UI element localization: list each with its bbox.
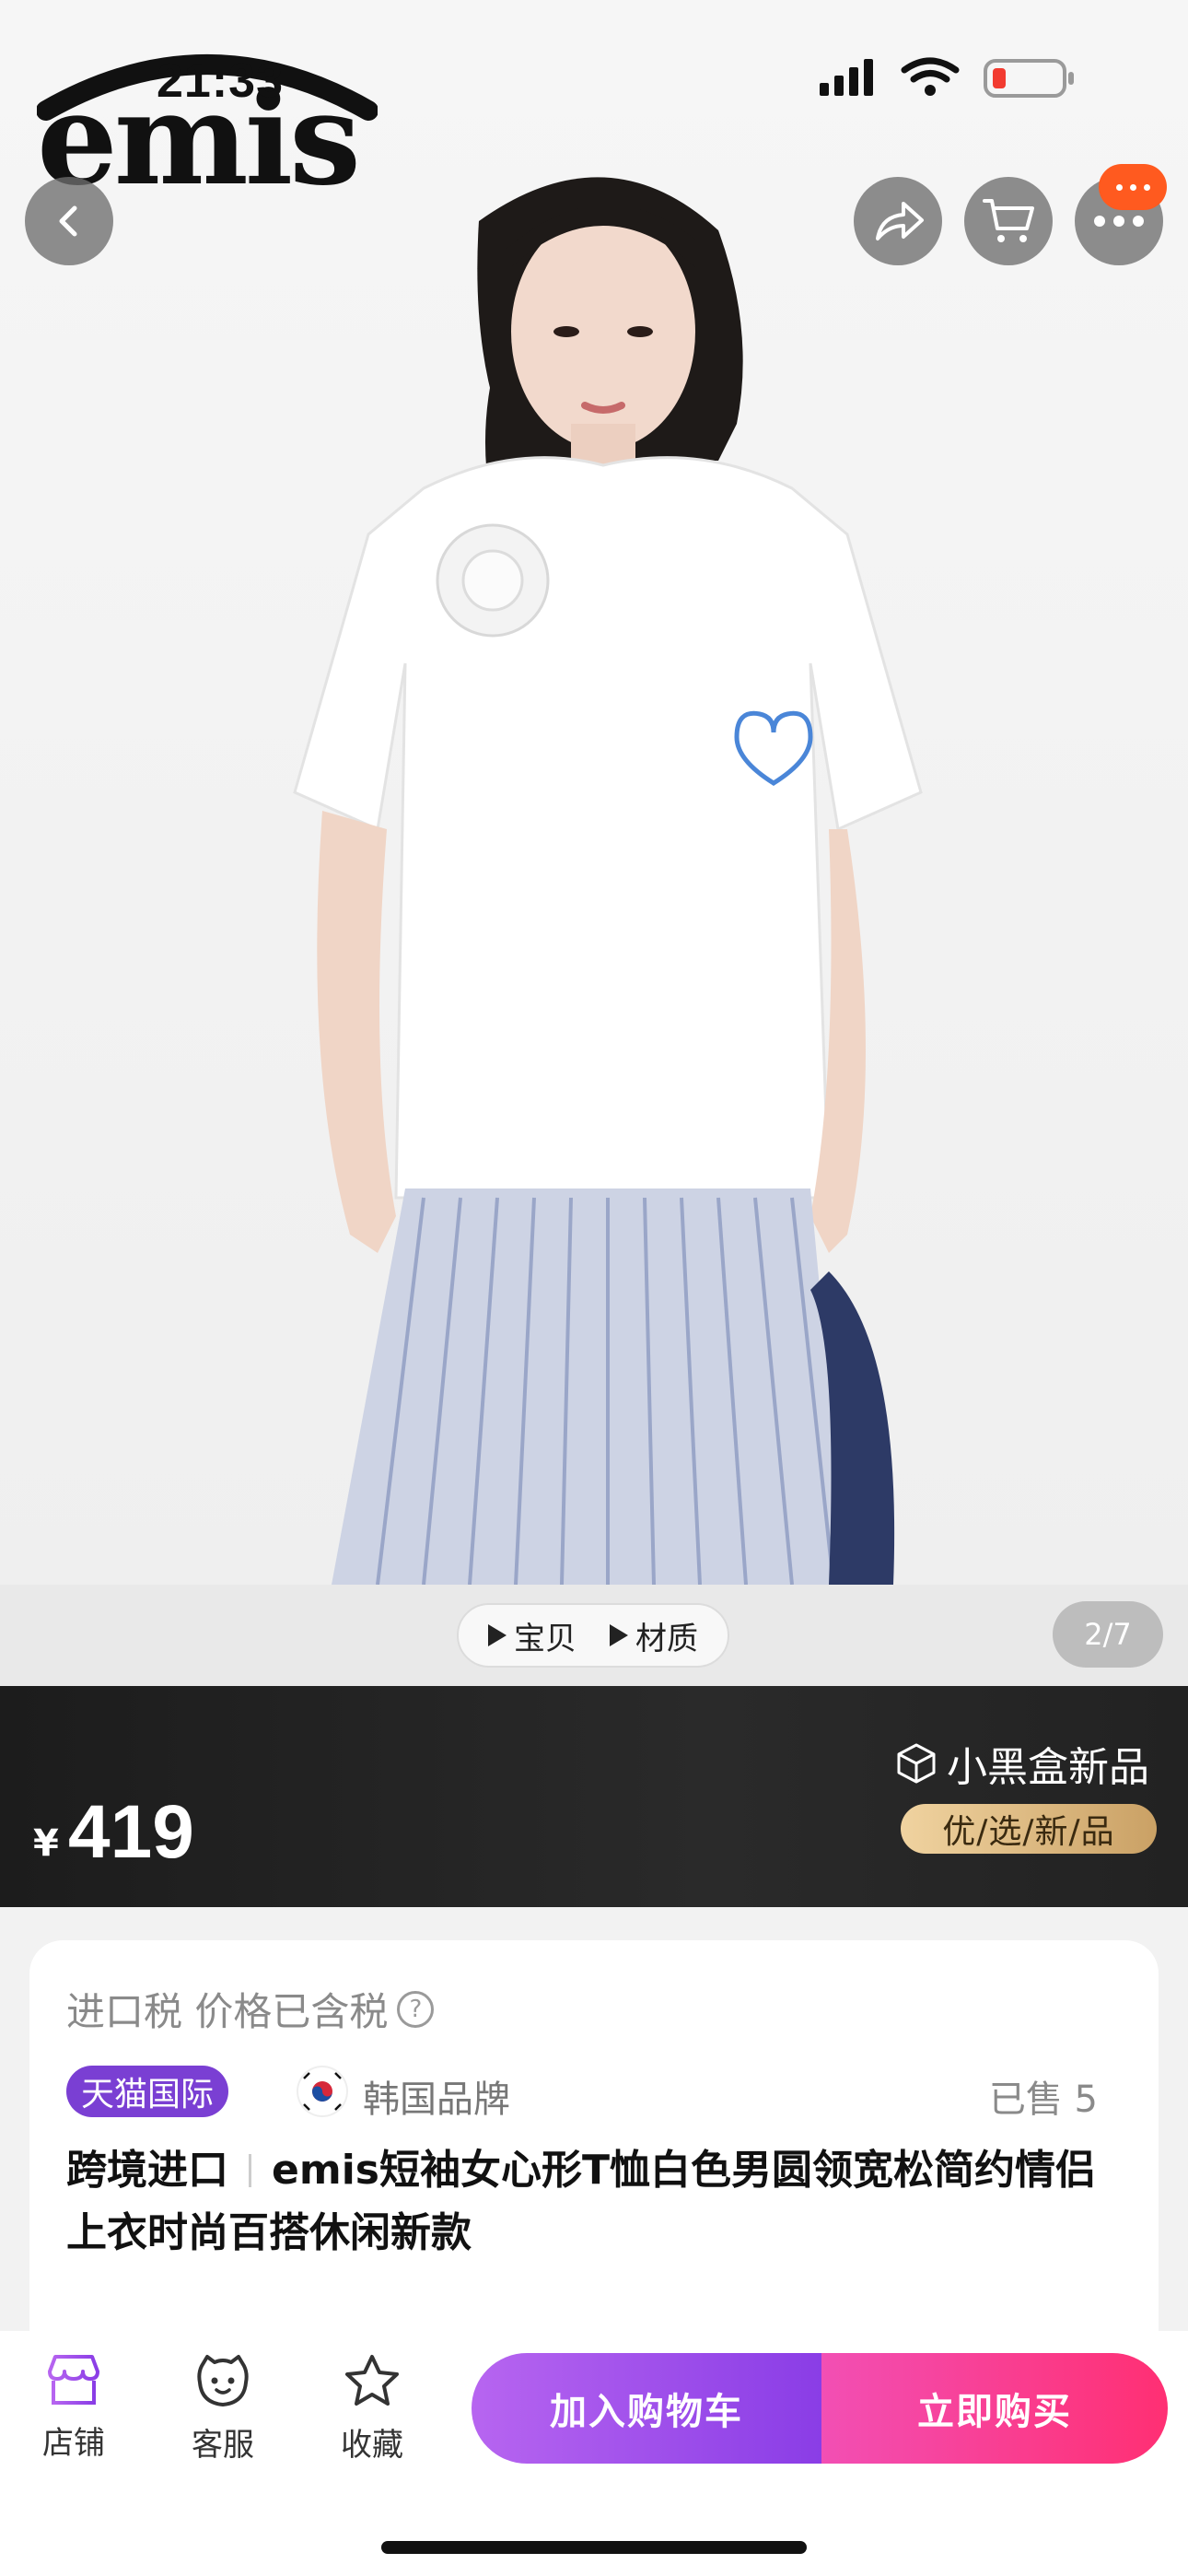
signal-icon (820, 59, 873, 96)
more-dots-icon (1094, 216, 1144, 227)
tax-note-text: 进口税 价格已含税 (66, 1989, 389, 2034)
store-label: 店铺 (42, 2425, 105, 2462)
blackbox-new-label: 小黑盒新品 (895, 1734, 1149, 1793)
video-tabs: 宝贝 材质 (457, 1603, 729, 1668)
product-title: 跨境进口 emis短袖女心形T恤白色男圆领宽松简约情侣上衣时尚百搭休闲新款 (66, 2139, 1135, 2265)
service-label: 客服 (192, 2427, 254, 2464)
customer-service-button[interactable]: 客服 (168, 2353, 278, 2482)
product-photo (293, 177, 923, 1585)
store-icon (48, 2355, 99, 2405)
favorite-button[interactable]: 收藏 (317, 2353, 427, 2482)
add-to-cart-button[interactable]: 加入购物车 (472, 2353, 821, 2464)
favorite-label: 收藏 (341, 2427, 403, 2464)
status-icons (820, 57, 1074, 98)
image-page-counter: 2/7 (1053, 1601, 1163, 1668)
cart-icon (983, 199, 1034, 242)
battery-icon (984, 59, 1074, 98)
box-icon (897, 1743, 936, 1784)
play-icon (488, 1624, 507, 1646)
title-divider (249, 2154, 251, 2187)
tmall-global-badge: 天猫国际 (66, 2066, 229, 2117)
store-button[interactable]: 店铺 (18, 2353, 129, 2482)
title-prefix: 跨境进口 (66, 2147, 228, 2194)
play-icon (610, 1624, 628, 1646)
tag-row: 天猫国际 韩国品牌 已售 5 (66, 2064, 1125, 2121)
help-icon: ? (397, 1990, 435, 2028)
brand-origin: 韩国品牌 (363, 2078, 510, 2121)
price-banner: ¥ 419 小黑盒新品 优/选/新/品 (0, 1686, 1188, 1907)
video-tab-label: 材质 (635, 1620, 698, 1657)
status-time: 21:33 (157, 54, 284, 108)
star-icon (345, 2355, 399, 2406)
korea-flag-icon (298, 2067, 346, 2115)
video-tab-label: 宝贝 (514, 1620, 577, 1657)
wifi-icon (901, 57, 960, 83)
price-currency: ¥ (33, 1822, 59, 1865)
sold-count: 已售 5 (988, 2078, 1098, 2121)
bottom-action-bar: 店铺 客服 收藏 加入购物车 立即购买 (0, 2331, 1188, 2576)
buy-now-button[interactable]: 立即购买 (821, 2353, 1168, 2464)
share-icon (876, 202, 924, 240)
video-tab-material[interactable]: 材质 (610, 1613, 698, 1658)
share-button[interactable] (854, 177, 942, 265)
price-value: 419 (68, 1790, 194, 1874)
video-tab-baobei[interactable]: 宝贝 (488, 1613, 577, 1658)
cart-button[interactable] (964, 177, 1053, 265)
message-badge (1099, 164, 1167, 210)
youxuan-badge: 优/选/新/品 (901, 1804, 1157, 1854)
back-button[interactable] (25, 177, 113, 265)
blackbox-text: 小黑盒新品 (947, 1744, 1149, 1791)
tax-note[interactable]: 进口税 价格已含税 ? (66, 1981, 435, 2037)
home-indicator (381, 2541, 807, 2554)
service-icon (197, 2355, 249, 2406)
chevron-left-icon (59, 205, 77, 237)
